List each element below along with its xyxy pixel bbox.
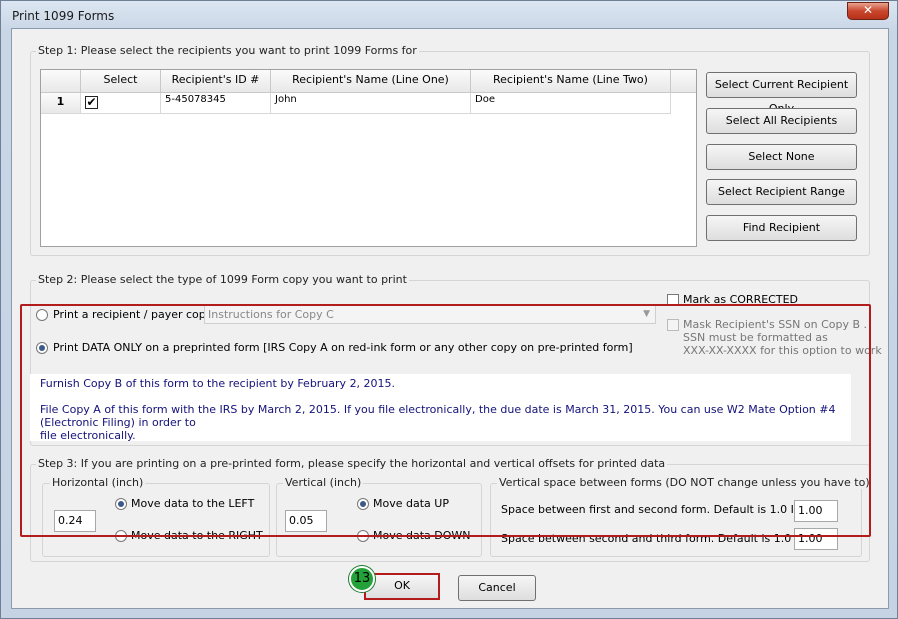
window-title: Print 1099 Forms [12,9,115,23]
tutorial-step-badge: 13 [349,566,375,592]
column-header-name-line-one[interactable]: Recipient's Name (Line One) [271,70,471,93]
spacing-second-input[interactable]: 1.00 [794,528,838,550]
recipient-name-line-two-cell[interactable]: Doe [471,93,671,114]
radio-print-data-only-label: Print DATA ONLY on a preprinted form [IR… [53,341,633,354]
spacing-label: Vertical space between forms (DO NOT cha… [497,476,872,489]
copy-type-select[interactable]: Instructions for Copy C ▼ [204,305,656,324]
radio-move-down-label: Move data DOWN [373,529,471,542]
select-none-button[interactable]: Select None [706,144,857,170]
cancel-button[interactable]: Cancel [458,575,536,601]
select-all-recipients-button[interactable]: Select All Recipients [706,108,857,134]
column-header-select[interactable]: Select [81,70,161,93]
recipients-grid[interactable]: Select Recipient's ID # Recipient's Name… [40,69,697,247]
spacing-first-label: Space between first and second form. Def… [501,503,814,516]
step1-label: Step 1: Please select the recipients you… [36,44,419,57]
mask-ssn-checkbox[interactable] [667,319,679,331]
close-button[interactable]: ✕ [847,2,889,20]
radio-move-up-label: Move data UP [373,497,449,510]
radio-recipient-payer-copy-label: Print a recipient / payer copy: [53,308,216,321]
select-current-recipient-button[interactable]: Select Current Recipient Only [706,72,857,115]
radio-move-left-label: Move data to the LEFT [131,497,255,510]
vertical-offset-input[interactable]: 0.05 [285,510,327,532]
filing-info-box: Furnish Copy B of this form to the recip… [30,374,851,442]
radio-print-data-only[interactable] [36,342,48,354]
select-checkbox[interactable]: ✔ [85,96,98,109]
recipient-id-cell[interactable]: 5-45078345 [161,93,271,114]
info-file-copy-a: File Copy A of this form with the IRS by… [40,403,836,429]
step3-label: Step 3: If you are printing on a pre-pri… [36,457,668,470]
row-number: 1 [41,93,81,114]
radio-recipient-payer-copy[interactable] [36,309,48,321]
info-furnish-copy-b: Furnish Copy B of this form to the recip… [40,377,396,390]
radio-move-down[interactable] [357,530,369,542]
mark-corrected-label: Mark as CORRECTED [683,293,798,306]
horizontal-offset-input[interactable]: 0.24 [54,510,96,532]
ok-button[interactable]: OK [364,573,440,600]
radio-move-up[interactable] [357,498,369,510]
column-header-id[interactable]: Recipient's ID # [161,70,271,93]
radio-move-left[interactable] [115,498,127,510]
recipient-name-line-one-cell[interactable]: John [271,93,471,114]
copy-type-select-value: Instructions for Copy C [208,308,334,321]
vertical-label: Vertical (inch) [283,476,364,489]
chevron-down-icon: ▼ [643,309,650,319]
select-recipient-range-button[interactable]: Select Recipient Range [706,179,857,205]
spacing-first-input[interactable]: 1.00 [794,500,838,522]
mask-ssn-note-line1: SSN must be formatted as [683,331,828,344]
radio-move-right[interactable] [115,530,127,542]
find-recipient-button[interactable]: Find Recipient [706,215,857,241]
column-header-name-line-two[interactable]: Recipient's Name (Line Two) [471,70,671,93]
print-1099-dialog: Print 1099 Forms ✕ Step 1: Please select… [0,0,898,619]
header-filler [671,70,696,93]
step2-label: Step 2: Please select the type of 1099 F… [36,273,409,286]
close-icon: ✕ [862,3,874,17]
spacing-second-label: Space between second and third form. Def… [501,532,818,545]
radio-move-right-label: Move data to the RIGHT [131,529,263,542]
mask-ssn-note-line2: XXX-XX-XXXX for this option to work [683,344,882,357]
row-number-header [41,70,81,93]
select-checkbox-cell[interactable]: ✔ [81,93,161,114]
mark-corrected-checkbox[interactable] [667,294,679,306]
dialog-client-area: Step 1: Please select the recipients you… [11,28,889,609]
info-file-electronically: file electronically. [40,429,136,442]
horizontal-label: Horizontal (inch) [50,476,146,489]
mask-ssn-label: Mask Recipient's SSN on Copy B . [683,318,868,331]
